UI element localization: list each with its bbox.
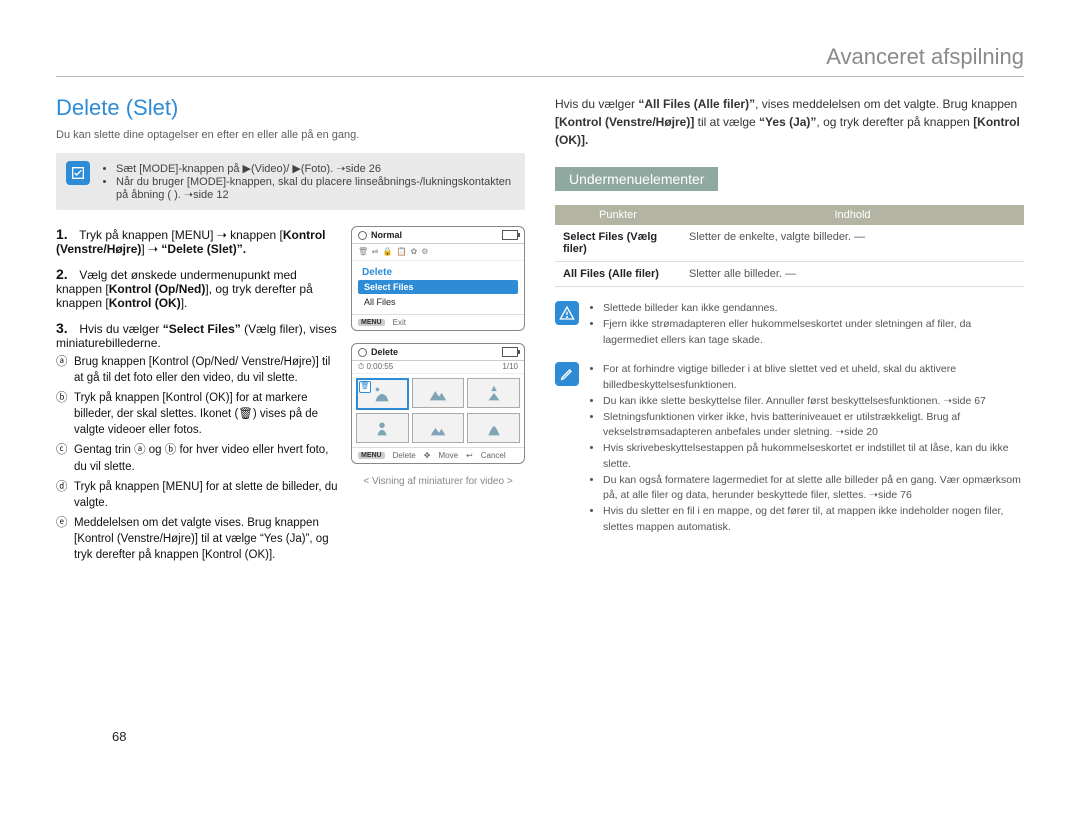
substep-b: Tryk på knappen [Kontrol (OK)] for at ma… [74, 390, 339, 438]
info-line: Hvis du sletter en fil i en mappe, og de… [603, 504, 1024, 536]
warning-icon [555, 301, 579, 325]
info-line: Du kan også formatere lagermediet for at… [603, 473, 1024, 505]
lcd2-count: 1/10 [502, 362, 518, 372]
lcd2-foot-delete: Delete [393, 451, 416, 460]
step-1-text: Tryk på knappen [MENU] ➝ knappen [Kontro… [56, 228, 326, 256]
substep-e: Meddelelsen om det valgte vises. Brug kn… [74, 515, 339, 563]
warn-line: Fjern ikke strømadapteren eller hukommel… [603, 317, 1024, 349]
lcd-mode-label: Normal [371, 230, 402, 240]
warning-block: Slettede billeder kan ikke gendannes. Fj… [555, 301, 1024, 348]
page-title: Delete (Slet) [56, 95, 525, 121]
section-header: Avanceret afspilning [56, 44, 1024, 70]
all-files-para: Hvis du vælger “All Files (Alle filer)”,… [555, 95, 1024, 149]
pencil-icon [555, 362, 579, 386]
lcd2-time: ⏱ 0:00:55 [358, 362, 393, 372]
menu-tag-icon: MENU [358, 452, 385, 459]
substep-c: Gentag trin ⓐ og ⓑ for hver video eller … [74, 442, 339, 474]
lcd-caption: < Visning af miniaturer for video > [351, 476, 525, 487]
thumb-5[interactable] [412, 413, 465, 443]
table-row: All Files (Alle filer) Sletter alle bill… [555, 262, 1024, 287]
note-line: Når du bruger [MODE]‑knappen, skal du pl… [116, 176, 515, 201]
checkbox-icon [66, 161, 90, 185]
page-number: 68 [112, 729, 126, 744]
info-line: Du kan ikke slette beskyttelse filer. An… [603, 394, 1024, 410]
lcd-item-all-files[interactable]: All Files [358, 295, 518, 309]
thumb-6[interactable] [467, 413, 520, 443]
step-2-text: Vælg det ønskede undermenupunkt med knap… [56, 268, 313, 310]
lcd-tab-icons: 🗑⏯🔒📋✿⚙ [352, 244, 524, 261]
note-line: Sæt [MODE]‑knappen på ▶(Video)/ ▶(Foto).… [116, 162, 515, 175]
step-3-number: 3. [56, 320, 76, 336]
lcd-screen-thumbs: Delete ⏱ 0:00:55 1/10 🗑 [351, 343, 525, 464]
info-line: For at forhindre vigtige billeder i at b… [603, 362, 1024, 394]
submenu-table: Punkter Indhold Select Files (Vælg filer… [555, 205, 1024, 287]
intro-text: Du kan slette dine optagelser en efter e… [56, 129, 525, 141]
thumb-1[interactable]: 🗑 [356, 378, 409, 410]
battery-icon [502, 230, 518, 240]
menu-tag-icon: MENU [358, 319, 385, 326]
step-3-text: Hvis du vælger “Select Files” (Vælg file… [56, 322, 337, 350]
warn-line: Slettede billeder kan ikke gendannes. [603, 301, 1024, 317]
col-points: Punkter [555, 205, 681, 225]
battery-icon [502, 347, 518, 357]
substep-a: Brug knappen [Kontrol (Op/Ned/ Venstre/H… [74, 354, 339, 386]
lcd2-foot-move: Move [438, 451, 458, 460]
lcd-item-select-files[interactable]: Select Files [358, 280, 518, 294]
precondition-note: Sæt [MODE]‑knappen på ▶(Video)/ ▶(Foto).… [56, 153, 525, 210]
info-block: For at forhindre vigtige billeder i at b… [555, 362, 1024, 535]
lcd2-foot-cancel: Cancel [481, 451, 506, 460]
thumb-4[interactable] [356, 413, 409, 443]
right-column: Hvis du vælger “All Files (Alle filer)”,… [555, 95, 1024, 567]
header-rule [56, 76, 1024, 77]
lcd2-title: Delete [371, 347, 398, 357]
lcd-menu-title: Delete [362, 267, 518, 278]
lcd-screen-menu: Normal 🗑⏯🔒📋✿⚙ Delete Select Files All Fi… [351, 226, 525, 331]
thumb-2[interactable] [412, 378, 465, 408]
info-line: Sletningsfunktionen virker ikke, hvis ba… [603, 410, 1024, 442]
step-2-number: 2. [56, 266, 76, 282]
lcd-exit-label: Exit [393, 318, 406, 327]
col-content: Indhold [681, 205, 1024, 225]
left-column: Delete (Slet) Du kan slette dine optagel… [56, 95, 525, 567]
substep-d: Tryk på knappen [MENU] for at slette de … [74, 479, 339, 511]
thumb-3[interactable] [467, 378, 520, 408]
step-1-number: 1. [56, 226, 76, 242]
table-row: Select Files (Vælg filer) Sletter de enk… [555, 225, 1024, 262]
submenu-heading: Undermenuelementer [555, 167, 718, 191]
info-line: Hvis skrivebeskyttelsestappen på hukomme… [603, 441, 1024, 473]
